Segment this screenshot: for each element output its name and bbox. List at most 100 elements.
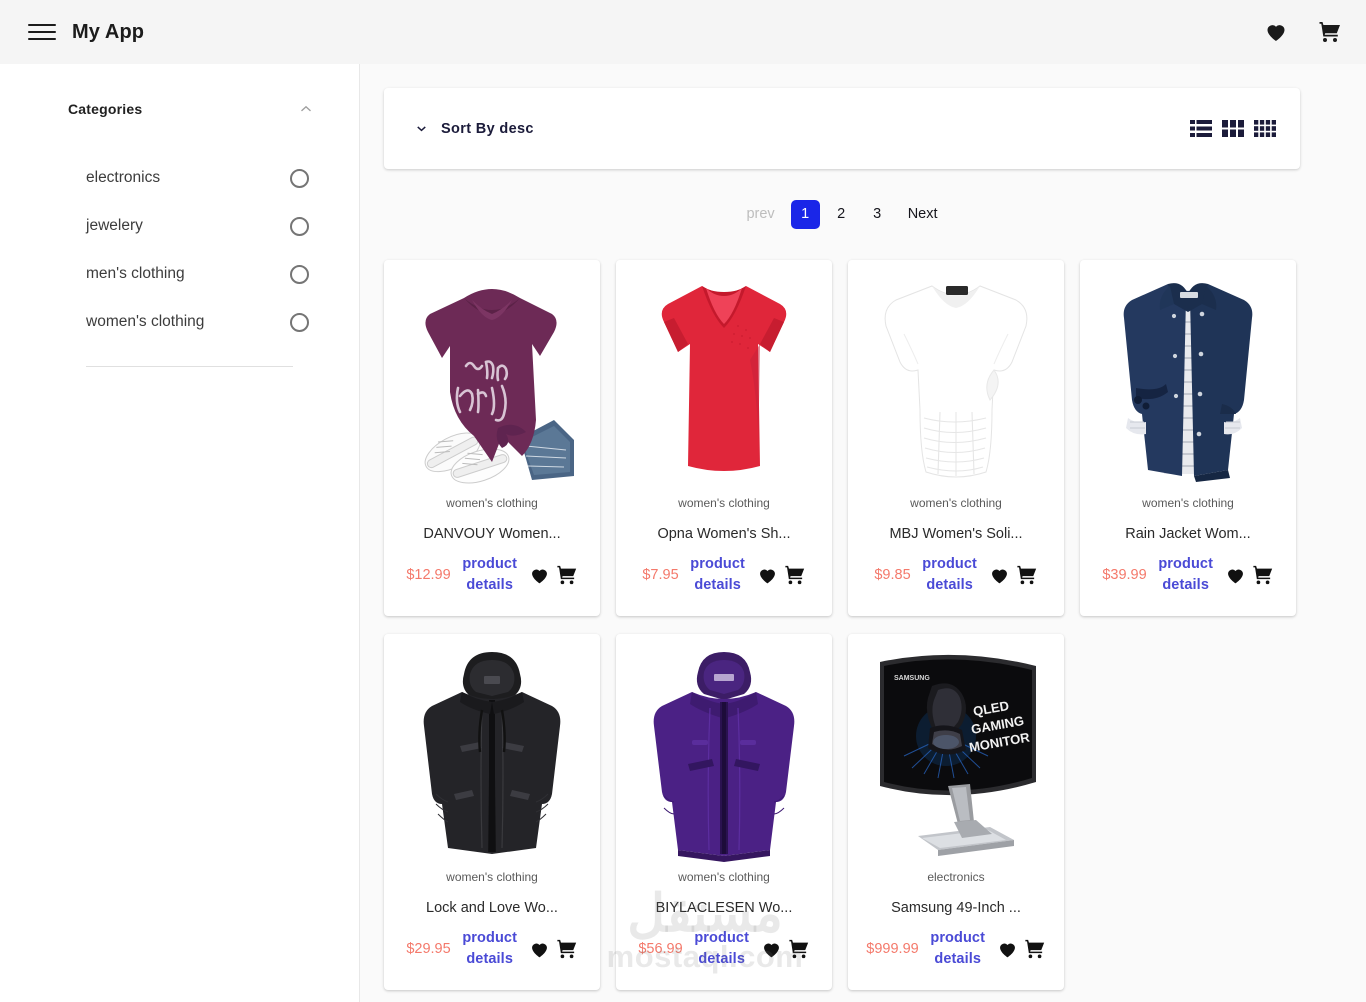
shopping-cart-icon[interactable] (1016, 564, 1038, 586)
product-grid: women's clothing DANVOUY Women... $12.99… (384, 260, 1324, 1002)
product-footer: $12.99 product details (395, 554, 589, 596)
product-price: $12.99 (406, 567, 451, 584)
product-title: Rain Jacket Wom... (1125, 526, 1251, 542)
pagination-page-1[interactable]: 1 (790, 199, 820, 229)
product-price: $39.99 (1102, 567, 1147, 584)
product-category: women's clothing (1142, 496, 1234, 510)
pagination-next[interactable]: Next (899, 200, 947, 229)
product-footer: $39.99 product details (1091, 554, 1285, 596)
product-card[interactable]: women's clothing MBJ Women's Soli... $9.… (848, 260, 1064, 616)
pagination-prev[interactable]: prev (737, 200, 783, 229)
grid-4-view-icon[interactable] (1254, 120, 1276, 137)
product-details-link[interactable]: product details (689, 928, 755, 970)
product-image-samsung-curved-monitor: SAMSUNG QLED GAMING MONITOR (861, 642, 1051, 864)
product-details-link[interactable]: product details (685, 554, 751, 596)
product-footer: $29.95 product details (395, 928, 589, 970)
heart-icon[interactable] (989, 565, 1010, 586)
heart-icon[interactable] (1264, 20, 1288, 44)
product-details-link[interactable]: product details (917, 554, 983, 596)
hamburger-menu-icon[interactable] (28, 18, 56, 46)
product-card[interactable]: women's clothing DANVOUY Women... $12.99… (384, 260, 600, 616)
sidebar-item-womens-clothing[interactable]: women's clothing (86, 298, 313, 346)
grid-3-view-icon[interactable] (1222, 120, 1244, 137)
product-card[interactable]: women's clothing Rain Jacket Wom... $39.… (1080, 260, 1296, 616)
monitor-brand-text: SAMSUNG (894, 675, 930, 682)
product-card[interactable]: SAMSUNG QLED GAMING MONITOR electronics … (848, 634, 1064, 990)
pagination-page-3[interactable]: 3 (863, 200, 892, 229)
product-details-link[interactable]: product details (1153, 554, 1219, 596)
shopping-cart-icon[interactable] (1024, 938, 1046, 960)
heart-icon[interactable] (529, 565, 550, 586)
chevron-down-icon[interactable] (414, 121, 429, 136)
product-image-white-draped-top (861, 268, 1051, 490)
product-footer: $7.95 product details (627, 554, 821, 596)
app-title: My App (72, 20, 145, 43)
product-category: women's clothing (446, 870, 538, 884)
product-category: women's clothing (678, 496, 770, 510)
heart-icon[interactable] (529, 939, 550, 960)
product-details-link[interactable]: product details (457, 928, 523, 970)
app-bar: My App (0, 0, 1366, 64)
product-price: $29.95 (406, 941, 451, 958)
product-image-red-vneck-shirt (629, 268, 819, 490)
product-title: Opna Women's Sh... (657, 526, 791, 542)
heart-icon[interactable] (997, 939, 1018, 960)
product-image-purple-be-kind-tshirt (397, 268, 587, 490)
sidebar-item-mens-clothing[interactable]: men's clothing (86, 250, 313, 298)
categories-title: Categories (68, 101, 143, 117)
pagination: prev 1 2 3 Next (384, 191, 1300, 237)
product-card[interactable]: women's clothing Lock and Love Wo... $29… (384, 634, 600, 990)
product-details-link[interactable]: product details (925, 928, 991, 970)
product-footer: $9.85 product details (859, 554, 1053, 596)
product-image-navy-rain-jacket (1093, 268, 1283, 490)
product-category: women's clothing (678, 870, 770, 884)
shopping-cart-icon[interactable] (784, 564, 806, 586)
product-details-link[interactable]: product details (457, 554, 523, 596)
heart-icon[interactable] (1225, 565, 1246, 586)
category-radio[interactable] (290, 168, 309, 188)
main-content: Sort By desc prev 1 2 3 Next women's clo… (360, 64, 1366, 1002)
product-footer: $56.99 product details (627, 928, 821, 970)
category-radio[interactable] (290, 312, 309, 332)
appbar-actions (1264, 20, 1342, 44)
sidebar-divider (86, 366, 293, 367)
category-label: men's clothing (86, 265, 185, 282)
sort-toolbar: Sort By desc (384, 88, 1300, 169)
product-image-black-hooded-jacket (397, 642, 587, 864)
product-image-purple-winter-jacket (629, 642, 819, 864)
product-title: Samsung 49-Inch ... (891, 900, 1021, 916)
list-view-icon[interactable] (1190, 120, 1212, 137)
product-card[interactable]: women's clothing BIYLACLESEN Wo... $56.9… (616, 634, 832, 990)
category-radio[interactable] (290, 216, 309, 236)
pagination-page-2[interactable]: 2 (827, 200, 856, 229)
shopping-cart-icon[interactable] (1252, 564, 1274, 586)
category-label: electronics (86, 169, 161, 186)
sort-by-control[interactable]: Sort By desc (414, 121, 534, 137)
sort-by-label: Sort By desc (441, 120, 534, 137)
sidebar-item-jewelery[interactable]: jewelery (86, 202, 313, 250)
product-price: $56.99 (638, 941, 683, 958)
heart-icon[interactable] (757, 565, 778, 586)
category-label: jewelery (86, 217, 143, 234)
shopping-cart-icon[interactable] (556, 938, 578, 960)
categories-header[interactable]: Categories (68, 92, 333, 126)
category-radio[interactable] (290, 264, 309, 284)
product-category: electronics (927, 870, 985, 884)
product-price: $9.85 (874, 567, 911, 584)
product-title: Lock and Love Wo... (426, 900, 558, 916)
product-price: $7.95 (642, 567, 679, 584)
chevron-up-icon[interactable] (297, 100, 315, 118)
view-mode-group (1190, 120, 1276, 137)
shopping-cart-icon[interactable] (788, 938, 810, 960)
shopping-cart-icon[interactable] (1318, 20, 1342, 44)
sidebar-item-electronics[interactable]: electronics (86, 154, 313, 202)
product-price: $999.99 (866, 941, 919, 958)
product-title: BIYLACLESEN Wo... (655, 900, 793, 916)
product-category: women's clothing (446, 496, 538, 510)
sidebar: Categories electronics jewelery men's cl… (0, 64, 360, 1002)
product-title: MBJ Women's Soli... (889, 526, 1023, 542)
heart-icon[interactable] (761, 939, 782, 960)
shopping-cart-icon[interactable] (556, 564, 578, 586)
product-card[interactable]: women's clothing Opna Women's Sh... $7.9… (616, 260, 832, 616)
product-footer: $999.99 product details (859, 928, 1053, 970)
